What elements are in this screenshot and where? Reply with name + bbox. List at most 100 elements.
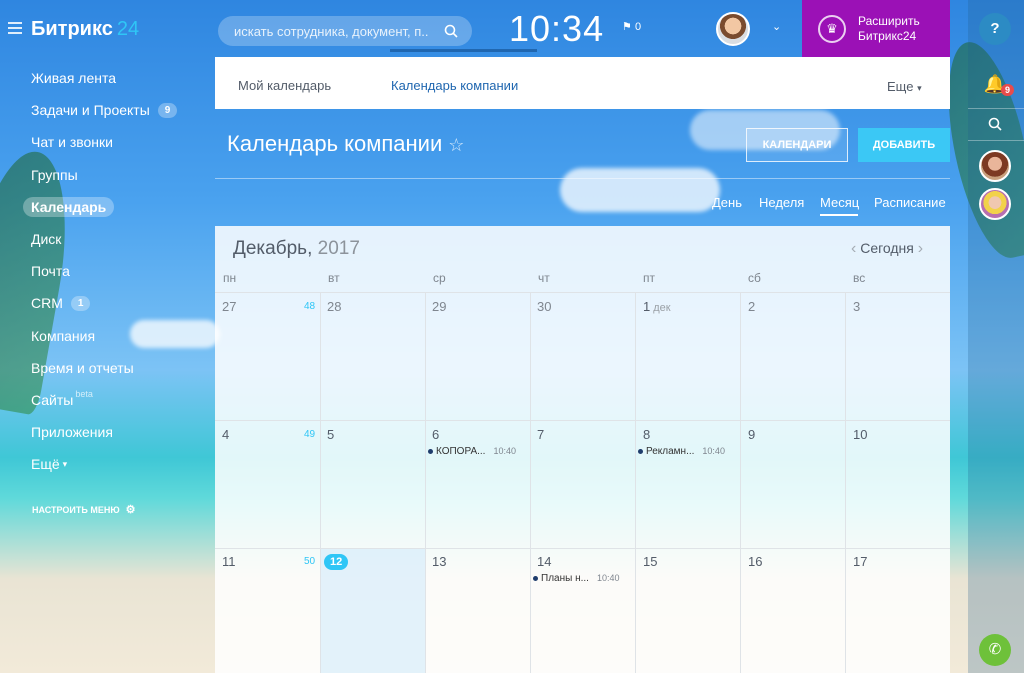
day-cell[interactable]: 27 xyxy=(222,299,236,314)
sidebar-menu: Живая лента Задачи и Проекты 9 Чат и звон… xyxy=(22,62,212,480)
day-cell[interactable]: 14 xyxy=(537,554,551,569)
active-tab-indicator xyxy=(390,49,537,52)
day-cell[interactable]: 4 xyxy=(222,427,229,442)
month-calendar: Декабрь, 2017 ‹ Сегодня › пн вт ср чт пт… xyxy=(215,226,950,673)
weekday-header: пн xyxy=(223,271,237,285)
grid-line xyxy=(635,292,636,673)
calendar-event[interactable]: Рекламн... 10:40 xyxy=(638,446,725,457)
day-cell[interactable]: 6 xyxy=(432,427,439,442)
tabs-more-button[interactable]: Еще ▾ xyxy=(887,79,922,94)
sidebar-item-apps[interactable]: Приложения xyxy=(22,416,212,448)
search-icon[interactable] xyxy=(979,108,1011,140)
week-number[interactable]: 49 xyxy=(304,429,315,440)
sidebar-item-more[interactable]: Ещё ▾ xyxy=(22,448,212,480)
view-month[interactable]: Месяц xyxy=(820,195,859,210)
gear-icon: ⚙ xyxy=(125,504,136,516)
day-cell[interactable]: 9 xyxy=(748,427,755,442)
event-dot xyxy=(533,575,538,581)
sidebar-item-mail[interactable]: Почта xyxy=(22,255,212,287)
weekday-header: пт xyxy=(643,271,655,285)
grid-line xyxy=(215,420,950,421)
divider xyxy=(215,178,950,179)
sidebar-item-crm[interactable]: CRM 1 xyxy=(22,287,212,319)
calendars-button[interactable]: КАЛЕНДАРИ xyxy=(746,128,848,162)
day-cell[interactable]: 16 xyxy=(748,554,762,569)
crown-icon: ♛ xyxy=(818,15,846,43)
sidebar-item-company[interactable]: Компания xyxy=(22,320,212,352)
chevron-down-icon[interactable]: ⌄ xyxy=(772,20,781,33)
right-rail xyxy=(968,0,1024,673)
tab-company-calendar[interactable]: Календарь компании xyxy=(391,78,518,93)
search-box[interactable] xyxy=(218,16,472,46)
sidebar-item-sites[interactable]: Сайты beta xyxy=(22,384,212,416)
page-title: Календарь компании ☆ xyxy=(227,131,465,156)
beta-label: beta xyxy=(75,388,93,399)
app-logo[interactable]: Битрикс 24 xyxy=(31,18,139,41)
day-cell[interactable]: 3 xyxy=(853,299,860,314)
star-icon[interactable]: ☆ xyxy=(448,135,464,155)
grid-line xyxy=(740,292,741,673)
day-cell[interactable]: 8 xyxy=(643,427,650,442)
sidebar-item-groups[interactable]: Группы xyxy=(22,159,212,191)
day-cell[interactable]: 17 xyxy=(853,554,867,569)
calendar-tabs: Мой календарь Календарь компании Еще ▾ xyxy=(215,57,950,109)
menu-burger-icon[interactable] xyxy=(8,22,22,34)
active-view-indicator xyxy=(820,214,858,216)
chevron-right-icon[interactable]: › xyxy=(918,240,923,257)
contact-avatar[interactable] xyxy=(979,150,1011,182)
week-number[interactable]: 48 xyxy=(304,301,315,312)
day-cell[interactable]: 29 xyxy=(432,299,446,314)
day-cell[interactable]: 10 xyxy=(853,427,867,442)
view-week[interactable]: Неделя xyxy=(759,195,804,210)
search-icon[interactable] xyxy=(444,24,458,38)
month-title: Декабрь, 2017 xyxy=(233,238,360,259)
setup-menu-button[interactable]: НАСТРОИТЬ МЕНЮ ⚙ xyxy=(32,503,136,516)
search-input[interactable] xyxy=(218,16,428,46)
day-cell[interactable]: 1 дек xyxy=(643,299,671,314)
day-cell[interactable]: 28 xyxy=(327,299,341,314)
sidebar-item-chat[interactable]: Чат и звонки xyxy=(22,126,212,158)
sidebar-item-time-reports[interactable]: Время и отчеты xyxy=(22,352,212,384)
weekday-header: вс xyxy=(853,271,866,285)
today-navigation: ‹ Сегодня › xyxy=(851,240,923,258)
calendar-event[interactable]: КОПОРА... 10:40 xyxy=(428,446,516,457)
sidebar-item-disk[interactable]: Диск xyxy=(22,223,212,255)
view-day[interactable]: День xyxy=(712,195,742,210)
today-date-badge[interactable]: 12 xyxy=(324,554,349,570)
notifications-badge: 9 xyxy=(1001,84,1015,96)
chevron-left-icon[interactable]: ‹ xyxy=(851,240,856,257)
tab-my-calendar[interactable]: Мой календарь xyxy=(238,78,331,93)
grid-line xyxy=(215,292,950,293)
weekday-header: ср xyxy=(433,271,446,285)
flag-counter[interactable]: ⚑ 0 xyxy=(622,20,641,33)
divider xyxy=(968,140,1024,141)
sidebar-item-feed[interactable]: Живая лента xyxy=(22,62,212,94)
weekday-header: сб xyxy=(748,271,761,285)
calendar-event[interactable]: Планы н... 10:40 xyxy=(533,573,619,584)
sidebar-item-calendar[interactable]: Календарь xyxy=(22,191,212,223)
day-cell[interactable]: 7 xyxy=(537,427,544,442)
tasks-count-badge: 9 xyxy=(157,102,178,118)
user-avatar[interactable] xyxy=(716,12,750,46)
help-button[interactable]: ? xyxy=(979,13,1011,45)
today-button[interactable]: Сегодня xyxy=(860,240,914,256)
contact-avatar[interactable] xyxy=(979,188,1011,220)
view-schedule[interactable]: Расписание xyxy=(874,195,946,210)
crm-count-badge: 1 xyxy=(70,295,91,311)
day-cell[interactable]: 13 xyxy=(432,554,446,569)
day-cell[interactable]: 2 xyxy=(748,299,755,314)
event-dot xyxy=(428,448,433,454)
week-number[interactable]: 50 xyxy=(304,556,315,567)
day-cell[interactable]: 11 xyxy=(222,554,236,569)
day-cell[interactable]: 15 xyxy=(643,554,657,569)
day-cell[interactable]: 5 xyxy=(327,427,334,442)
caret-down-icon: ▾ xyxy=(917,83,922,93)
clock[interactable]: 10:34 xyxy=(509,8,604,50)
phone-icon[interactable]: ✆ xyxy=(979,634,1011,666)
upgrade-button[interactable]: ♛ Расширить Битрикс24 xyxy=(802,0,950,57)
grid-line xyxy=(530,292,531,673)
add-button[interactable]: ДОБАВИТЬ xyxy=(858,128,950,162)
weekday-header: вт xyxy=(328,271,340,285)
sidebar-item-tasks[interactable]: Задачи и Проекты 9 xyxy=(22,94,212,126)
day-cell[interactable]: 30 xyxy=(537,299,551,314)
